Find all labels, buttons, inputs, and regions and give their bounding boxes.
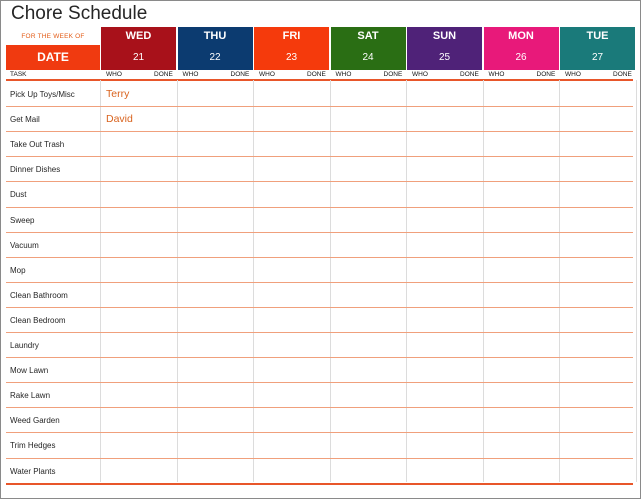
- day-name: WED: [125, 30, 152, 42]
- task-label: Vacuum: [10, 240, 39, 250]
- page-title: Chore Schedule: [11, 3, 148, 24]
- row-divider: [6, 156, 633, 158]
- day-header-fri: FRI 23: [254, 27, 329, 70]
- row-divider: [6, 231, 633, 233]
- day-name: TUE: [586, 30, 609, 42]
- day-name: FRI: [282, 30, 301, 42]
- row-divider: [6, 256, 633, 258]
- task-label: Pick Up Toys/Misc: [10, 90, 75, 99]
- task-label: Dust: [10, 190, 27, 200]
- row-divider: [6, 281, 633, 283]
- row-divider: [6, 181, 633, 183]
- row-divider: [6, 357, 633, 359]
- task-label: Take Out Trash: [10, 140, 65, 150]
- day-name: SUN: [432, 30, 457, 42]
- task-label: Sweep: [10, 215, 35, 225]
- task-label: Water Plants: [10, 466, 56, 476]
- day-name: THU: [203, 30, 227, 42]
- day-number: 26: [515, 52, 527, 63]
- row-divider: [6, 306, 633, 308]
- day-number: 27: [591, 52, 604, 63]
- day-number: 21: [132, 52, 145, 63]
- day-number: 25: [438, 52, 451, 63]
- day-header-tue: TUE 27: [560, 27, 635, 70]
- day-number: 23: [285, 52, 298, 63]
- day-header-thu: THU 22: [177, 27, 253, 70]
- day-name: MON: [508, 30, 534, 42]
- day-header-mon: MON 26: [483, 27, 559, 70]
- week-of-label: FOR THE WEEK OF: [21, 33, 85, 40]
- task-label: Rake Lawn: [10, 391, 51, 401]
- day-name: SAT: [357, 30, 379, 42]
- column-divider: [635, 80, 637, 482]
- row-divider: [6, 482, 633, 485]
- day-header-sat: SAT 24: [330, 27, 406, 70]
- row-divider: [6, 332, 633, 333]
- task-label: Clean Bedroom: [10, 315, 66, 325]
- day-number: 24: [362, 52, 374, 63]
- task-label: Trim Hedges: [10, 441, 56, 451]
- task-label: Weed Garden: [10, 416, 60, 426]
- task-label: Laundry: [10, 341, 39, 350]
- row-divider: [6, 131, 633, 133]
- task-label: Clean Bathroom: [10, 290, 68, 300]
- day-header-sun: SUN 25: [407, 27, 482, 70]
- row-divider: [6, 206, 633, 208]
- who-cell-wed[interactable]: David: [106, 107, 133, 132]
- row-divider: [6, 457, 633, 459]
- row-divider: [6, 106, 633, 108]
- task-label: Get Mail: [10, 115, 40, 125]
- task-label: Mow Lawn: [10, 366, 49, 376]
- row-divider: [6, 407, 633, 409]
- task-label: Dinner Dishes: [10, 165, 61, 175]
- task-label: Mop: [10, 265, 26, 275]
- date-field[interactable]: DATE: [6, 45, 100, 70]
- row-divider: [6, 382, 633, 384]
- day-header-wed: WED 21: [101, 27, 176, 70]
- who-cell-wed[interactable]: Terry: [106, 82, 129, 107]
- day-number: 22: [209, 52, 221, 63]
- row-divider: [6, 432, 633, 434]
